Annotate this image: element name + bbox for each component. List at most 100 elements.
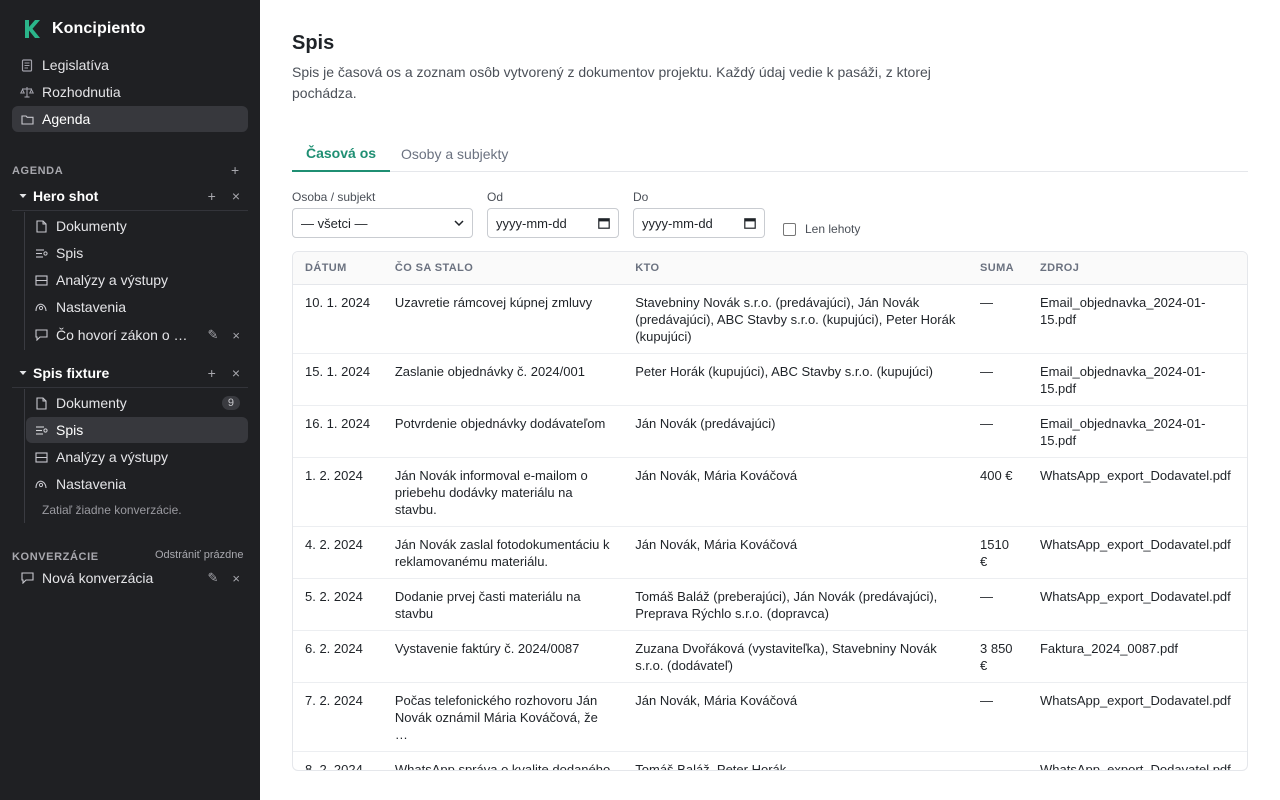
deadlines-only-label: Len lehoty — [805, 222, 861, 236]
cell-date: 4. 2. 2024 — [293, 526, 383, 579]
cell-source-link[interactable]: Faktura_2024_0087.pdf — [1027, 630, 1247, 683]
tab-bar: Časová os Osoby a subjekty — [292, 136, 1248, 172]
table-row[interactable]: 15. 1. 2024 Zaslanie objednávky č. 2024/… — [293, 353, 1247, 406]
cell-sum: — — [968, 682, 1028, 752]
cell-what: Zaslanie objednávky č. 2024/001 — [382, 353, 624, 406]
pencil-icon[interactable]: ✎ — [208, 570, 219, 586]
timeline-icon — [34, 246, 48, 260]
project-header-hero-shot[interactable]: Hero shot + × — [12, 183, 248, 209]
to-date-input[interactable]: yyyy-mm-dd — [633, 208, 765, 238]
cell-what: Potvrdenie objednávky dodávateľom — [382, 405, 624, 458]
caret-down-icon[interactable] — [16, 193, 30, 199]
close-icon[interactable]: × — [232, 188, 240, 204]
conversations-section-label: KONVERZÁCIE — [12, 551, 99, 563]
cell-sum: — — [968, 284, 1028, 354]
deadlines-only-checkbox[interactable] — [783, 222, 796, 236]
nav-item-agenda[interactable]: Agenda — [12, 106, 248, 132]
column-header-source[interactable]: ZDROJ — [1027, 252, 1247, 285]
cell-date: 5. 2. 2024 — [293, 578, 383, 631]
close-icon[interactable]: × — [232, 328, 240, 343]
from-date-input[interactable]: yyyy-mm-dd — [487, 208, 619, 238]
project-item-nastavenia[interactable]: Nastavenia — [26, 294, 248, 320]
column-header-date[interactable]: DÁTUM — [293, 252, 383, 285]
cell-source-link[interactable]: Email_objednavka_2024-01-15.pdf — [1027, 405, 1247, 458]
settings-icon — [34, 477, 48, 491]
add-project-button[interactable]: + — [231, 162, 239, 178]
nav-item-legislativa[interactable]: Legislatíva — [12, 52, 248, 78]
add-icon[interactable]: + — [208, 365, 216, 381]
cell-what: Ján Novák zaslal fotodokumentáciu k rekl… — [382, 526, 624, 579]
to-date-placeholder: yyyy-mm-dd — [642, 215, 713, 231]
person-select[interactable]: — všetci — — [292, 208, 473, 238]
conversation-item[interactable]: Nová konverzácia ✎ × — [12, 565, 248, 591]
project-item-analyzy[interactable]: Analýzy a výstupy — [26, 267, 248, 293]
project-item-dokumenty[interactable]: Dokumenty 9 — [26, 390, 248, 416]
cell-what: Počas telefonického rozhovoru Ján Novák … — [382, 682, 624, 752]
project-item-label: Dokumenty — [56, 395, 127, 411]
table-row[interactable]: 6. 2. 2024 Vystavenie faktúry č. 2024/00… — [293, 630, 1247, 683]
table-row[interactable]: 7. 2. 2024 Počas telefonického rozhovoru… — [293, 682, 1247, 752]
table-row[interactable]: 1. 2. 2024 Ján Novák informoval e-mailom… — [293, 457, 1247, 527]
column-header-sum[interactable]: SUMA — [968, 252, 1028, 285]
calendar-icon[interactable] — [744, 217, 756, 229]
table-row[interactable]: 10. 1. 2024 Uzavretie rámcovej kúpnej zm… — [293, 284, 1247, 354]
close-icon[interactable]: × — [232, 365, 240, 381]
column-header-who[interactable]: KTO — [623, 252, 968, 285]
cell-who: Ján Novák, Mária Kováčová — [623, 457, 968, 527]
nav-item-rozhodnutia[interactable]: Rozhodnutia — [12, 79, 248, 105]
brand[interactable]: Koncipiento — [22, 17, 146, 41]
column-header-what[interactable]: ČO SA STALO — [382, 252, 624, 285]
project-item-spis[interactable]: Spis — [26, 417, 248, 443]
project-item-analyzy[interactable]: Analýzy a výstupy — [26, 444, 248, 470]
project-item-dokumenty[interactable]: Dokumenty — [26, 213, 248, 239]
project-item-label: Spis — [56, 245, 84, 261]
caret-down-icon[interactable] — [16, 370, 30, 376]
conversation-label: Čo hovorí zákon o … — [56, 327, 188, 343]
calendar-icon[interactable] — [598, 217, 610, 229]
cell-date: 1. 2. 2024 — [293, 457, 383, 527]
cell-date: 6. 2. 2024 — [293, 630, 383, 683]
cell-source-link[interactable]: WhatsApp_export_Dodavatel.pdf — [1028, 751, 1247, 771]
project-item-label: Analýzy a výstupy — [56, 272, 169, 288]
nav-item-label: Legislatíva — [42, 57, 109, 73]
cell-source-link[interactable]: WhatsApp_export_Dodavatel.pdf — [1027, 682, 1247, 752]
tab-casova-os[interactable]: Časová os — [292, 136, 391, 172]
scales-icon — [20, 85, 34, 99]
cell-source-link[interactable]: Email_objednavka_2024-01-15.pdf — [1027, 353, 1247, 406]
person-select-value: — všetci — — [301, 215, 368, 231]
tab-osoby-a-subjekty[interactable]: Osoby a subjekty — [387, 136, 522, 172]
cell-date: 10. 1. 2024 — [293, 284, 383, 354]
cell-source-link[interactable]: WhatsApp_export_Dodavatel.pdf — [1027, 457, 1247, 527]
deadlines-only-toggle[interactable]: Len lehoty — [783, 222, 860, 236]
table-row[interactable]: 4. 2. 2024 Ján Novák zaslal fotodokument… — [293, 526, 1247, 579]
cell-sum: — — [980, 761, 993, 771]
cell-who: Ján Novák, Mária Kováčová — [623, 526, 968, 579]
add-icon[interactable]: + — [208, 188, 216, 204]
document-count-badge: 9 — [221, 396, 240, 410]
cell-source-link[interactable]: WhatsApp_export_Dodavatel.pdf — [1027, 578, 1247, 631]
table-row[interactable]: 8. 2. 2024 WhatsApp správa o kvalite dod… — [293, 751, 1247, 771]
document-list-icon — [20, 58, 34, 72]
pencil-icon[interactable]: ✎ — [208, 327, 219, 343]
close-icon[interactable]: × — [232, 571, 240, 586]
project-item-nastavenia[interactable]: Nastavenia — [26, 471, 248, 497]
page-description: Spis je časová os a zoznam osôb vytvoren… — [292, 64, 931, 101]
cell-who: Peter Horák (kupujúci), ABC Stavby s.r.o… — [623, 353, 968, 406]
table-row[interactable]: 5. 2. 2024 Dodanie prvej časti materiálu… — [293, 578, 1247, 631]
cell-source-link[interactable]: WhatsApp_export_Dodavatel.pdf — [1027, 526, 1247, 579]
conversation-item[interactable]: Čo hovorí zákon o … ✎ × — [26, 322, 248, 348]
page-title: Spis — [292, 32, 335, 54]
project-header-spis-fixture[interactable]: Spis fixture + × — [12, 360, 248, 386]
cell-source-link[interactable]: Email_objednavka_2024-01-15.pdf — [1027, 284, 1247, 354]
file-icon — [34, 396, 48, 410]
project-item-spis[interactable]: Spis — [26, 240, 248, 266]
clear-empty-button[interactable]: Odstrániť prázdne — [155, 549, 244, 561]
cell-sum: — — [968, 578, 1028, 631]
cell-sum: 400 € — [968, 457, 1028, 527]
divider — [12, 387, 248, 388]
file-icon — [34, 219, 48, 233]
table-row[interactable]: 16. 1. 2024 Potvrdenie objednávky dodáva… — [293, 405, 1247, 458]
cell-date: 15. 1. 2024 — [293, 353, 383, 406]
sidebar: Koncipiento Legislatíva Rozhodnutia Agen… — [0, 0, 260, 800]
chevron-down-icon — [454, 220, 464, 226]
